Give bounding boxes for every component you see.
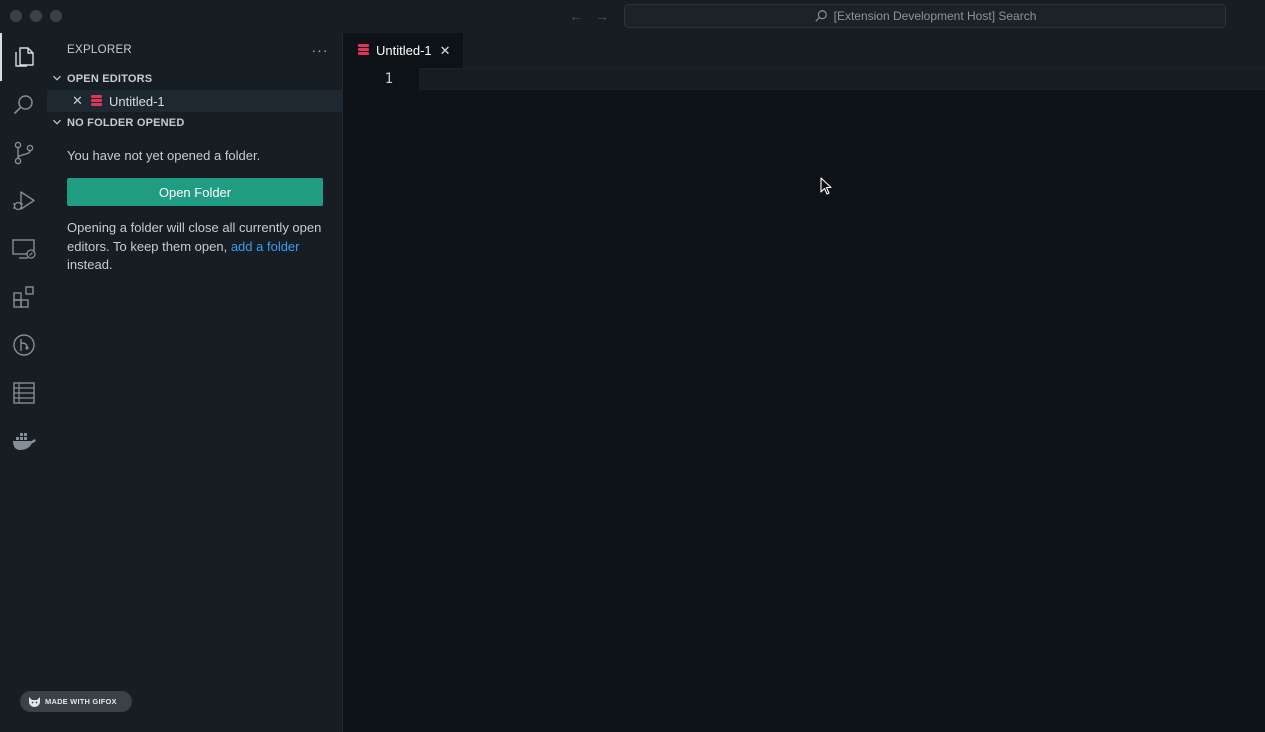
source-control-icon[interactable] xyxy=(0,129,47,177)
info-text-after: instead. xyxy=(67,257,113,272)
remote-explorer-icon[interactable] xyxy=(0,225,47,273)
chevron-down-icon xyxy=(47,73,67,86)
search-icon[interactable] xyxy=(0,81,47,129)
sidebar-title: EXPLORER xyxy=(67,44,133,56)
line-number: 1 xyxy=(384,71,393,87)
current-line-highlight[interactable] xyxy=(419,68,1265,90)
command-center-search[interactable]: [Extension Development Host] Search xyxy=(624,4,1226,28)
extensions-icon[interactable] xyxy=(0,273,47,321)
gifox-badge-text: MADE WITH GIFOX xyxy=(45,697,117,706)
title-bar: ← → [Extension Development Host] Search xyxy=(0,0,1265,33)
minimize-window-button[interactable] xyxy=(30,10,42,22)
run-and-debug-icon[interactable] xyxy=(0,177,47,225)
open-editor-label: Untitled-1 xyxy=(109,93,165,109)
close-icon[interactable]: ✕ xyxy=(440,43,451,59)
back-arrow-icon[interactable]: ← xyxy=(568,8,584,24)
no-folder-message: You have not yet opened a folder. xyxy=(67,148,261,163)
no-folder-label: NO FOLDER OPENED xyxy=(67,117,185,129)
docker-icon[interactable] xyxy=(0,417,47,465)
open-editors-label: OPEN EDITORS xyxy=(67,73,153,85)
more-actions-icon[interactable]: ··· xyxy=(311,38,329,62)
maximize-window-button[interactable] xyxy=(50,10,62,22)
forward-arrow-icon[interactable]: → xyxy=(594,8,610,24)
open-editor-item[interactable]: ✕ Untitled-1 xyxy=(47,90,343,112)
close-icon[interactable]: ✕ xyxy=(72,93,86,109)
database-icon[interactable] xyxy=(0,369,47,417)
mouse-pointer-icon xyxy=(820,177,832,200)
editor-tabs: Untitled-1 ✕ xyxy=(344,33,1265,68)
open-folder-info: Opening a folder will close all currentl… xyxy=(67,219,323,275)
tab-label: Untitled-1 xyxy=(376,43,432,58)
search-icon xyxy=(814,10,827,22)
git-graph-icon[interactable] xyxy=(0,321,47,369)
tab-untitled-1[interactable]: Untitled-1 ✕ xyxy=(344,33,463,68)
chevron-down-icon xyxy=(47,117,67,130)
command-center-label: [Extension Development Host] Search xyxy=(833,9,1037,23)
explorer-sidebar: EXPLORER ··· OPEN EDITORS ✕ Untitled-1 N… xyxy=(20,33,343,732)
database-icon xyxy=(91,94,102,109)
activity-bar xyxy=(0,33,47,732)
database-icon xyxy=(358,43,369,58)
add-folder-link[interactable]: add a folder xyxy=(231,239,300,254)
open-editors-header[interactable]: OPEN EDITORS xyxy=(47,68,343,90)
open-folder-button[interactable]: Open Folder xyxy=(67,178,323,206)
editor-area[interactable]: 1 xyxy=(344,68,1265,732)
fox-logo-icon xyxy=(29,696,40,707)
no-folder-header[interactable]: NO FOLDER OPENED xyxy=(47,112,343,134)
explorer-icon[interactable] xyxy=(0,33,47,81)
gifox-badge: MADE WITH GIFOX xyxy=(20,691,132,712)
close-window-button[interactable] xyxy=(10,10,22,22)
